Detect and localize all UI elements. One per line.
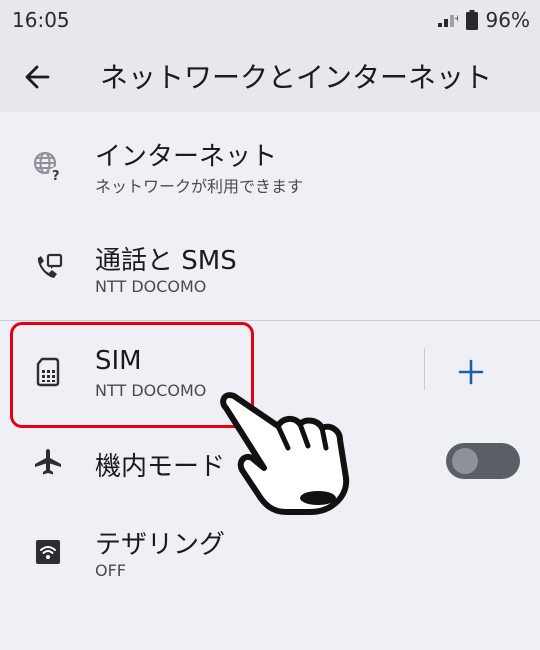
list-item-tethering[interactable]: テザリング OFF xyxy=(0,504,540,608)
page-title: ネットワークとインターネット xyxy=(100,61,493,94)
toggle-knob xyxy=(452,448,478,474)
status-time: 16:05 xyxy=(12,8,70,32)
internet-subtitle: ネットワークが利用できます xyxy=(95,177,304,196)
add-sim-icon[interactable] xyxy=(455,356,487,388)
sim-vertical-divider xyxy=(424,348,425,390)
battery-percent: 96% xyxy=(485,8,530,32)
internet-title: インターネット xyxy=(95,142,278,172)
airplane-icon xyxy=(35,449,61,475)
status-icons: + 96% xyxy=(436,8,530,32)
tethering-subtitle: OFF xyxy=(95,561,126,580)
section-divider xyxy=(0,320,540,321)
signal-icon: + xyxy=(437,14,458,27)
calls-sms-title: 通話と SMS xyxy=(95,246,237,276)
tethering-title: テザリング xyxy=(95,530,226,560)
hotspot-icon xyxy=(36,540,60,564)
airplane-mode-toggle[interactable] xyxy=(446,443,520,479)
svg-text:?: ? xyxy=(52,169,60,182)
globe-question-icon: ? xyxy=(33,151,63,182)
app-bar: ネットワークとインターネット xyxy=(0,40,540,112)
back-arrow-icon[interactable] xyxy=(22,62,52,92)
battery-icon xyxy=(465,10,478,30)
svg-text:+: + xyxy=(454,14,458,24)
list-item-calls-sms[interactable]: 通話と SMS NTT DOCOMO xyxy=(0,216,540,320)
list-item-internet[interactable]: ? インターネット ネットワークが利用できます xyxy=(0,112,540,216)
status-bar: 16:05 + 96% xyxy=(0,0,540,40)
phone-message-icon xyxy=(37,253,63,278)
calls-sms-subtitle: NTT DOCOMO xyxy=(95,277,207,296)
airplane-mode-title: 機内モード xyxy=(95,452,226,482)
pointing-hand-icon xyxy=(220,392,350,515)
